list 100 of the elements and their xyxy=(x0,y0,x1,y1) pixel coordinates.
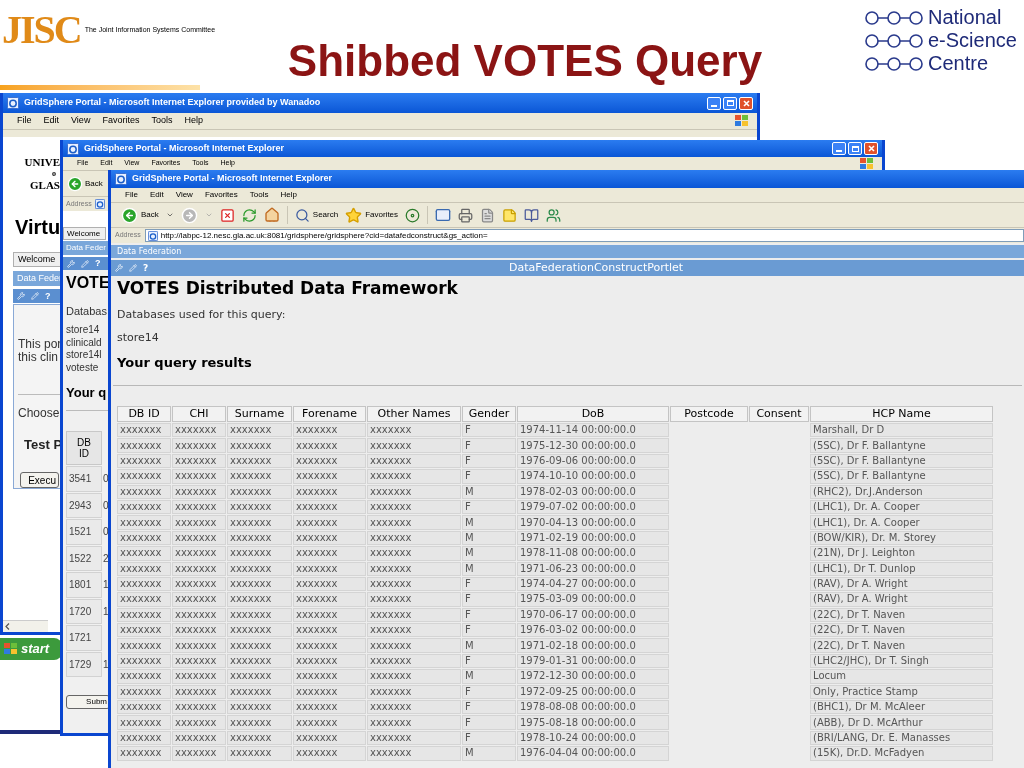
pencil-icon[interactable] xyxy=(129,264,137,272)
table-cell: xxxxxxx xyxy=(172,607,226,623)
results-heading: Your query results xyxy=(117,355,252,371)
forward-icon[interactable] xyxy=(180,206,198,224)
table-cell: M xyxy=(462,746,516,761)
table-cell: 1975-08-18 00:00:00.0 xyxy=(517,715,669,730)
back-label[interactable]: Back xyxy=(85,177,103,190)
wrench-icon[interactable] xyxy=(67,259,75,268)
table-cell: xxxxxxx xyxy=(117,546,171,561)
table-cell: F xyxy=(462,607,516,623)
slide-title: Shibbed VOTES Query xyxy=(287,36,763,85)
database-name: store14l xyxy=(66,349,102,362)
tab[interactable]: Welcome xyxy=(63,227,106,240)
table-cell: xxxxxxx xyxy=(172,576,226,592)
table-cell: xxxxxxx xyxy=(367,530,461,546)
table-cell: xxxxxxx xyxy=(227,423,292,438)
column-header: DB ID xyxy=(117,406,171,422)
menu-item[interactable]: Help xyxy=(184,114,203,128)
table-cell: xxxxxxx xyxy=(367,746,461,761)
maximize-button[interactable] xyxy=(848,142,862,155)
menu-item[interactable]: Tools xyxy=(151,114,173,128)
table-cell: xxxxxxx xyxy=(227,653,292,669)
media-icon[interactable] xyxy=(405,207,421,223)
caret-icon[interactable] xyxy=(165,211,174,219)
table-cell: xxxxxxx xyxy=(227,453,292,469)
menu-item[interactable]: Edit xyxy=(149,189,164,201)
description-text: This por xyxy=(18,338,62,351)
table-cell: xxxxxxx xyxy=(227,576,292,592)
table-cell: xxxxxxx xyxy=(227,607,292,623)
table-cell: xxxxxxx xyxy=(367,469,461,484)
close-button[interactable] xyxy=(739,96,753,110)
wrench-icon[interactable] xyxy=(17,292,25,300)
table-cell: xxxxxxx xyxy=(293,546,366,561)
menu-item[interactable]: Edit xyxy=(43,114,60,128)
maximize-button[interactable] xyxy=(723,96,737,110)
table-cell: xxxxxxx xyxy=(367,623,461,638)
table-cell: xxxxxxx xyxy=(172,700,226,715)
table-cell: xxxxxxx xyxy=(172,561,226,576)
edit-icon[interactable] xyxy=(480,207,496,223)
table-cell: xxxxxxx xyxy=(117,700,171,715)
back-icon[interactable] xyxy=(121,206,138,224)
home-icon[interactable] xyxy=(263,207,280,223)
menu-item[interactable]: File xyxy=(17,114,32,128)
table-cell-text: 0 xyxy=(103,472,110,487)
table-cell: xxxxxxx xyxy=(227,623,292,638)
favorites-label[interactable]: Favorites xyxy=(365,209,399,221)
menu-item[interactable]: Favorites xyxy=(102,114,140,128)
refresh-icon[interactable] xyxy=(241,207,257,223)
table-cell: 1720 xyxy=(66,598,102,624)
table-cell: xxxxxxx xyxy=(227,684,292,700)
back-label[interactable]: Back xyxy=(141,209,159,221)
pencil-icon[interactable] xyxy=(31,292,39,300)
menu-item[interactable]: View xyxy=(71,114,91,128)
table-cell: xxxxxxx xyxy=(293,453,366,469)
execute-button[interactable]: Execu xyxy=(20,472,59,488)
menu-item[interactable]: Tools xyxy=(249,189,269,201)
table-cell: xxxxxxx xyxy=(172,499,226,515)
stop-icon[interactable] xyxy=(219,207,235,223)
close-button[interactable] xyxy=(864,142,878,155)
minimize-button[interactable] xyxy=(707,96,721,110)
address-field[interactable]: http://labpc-12.nesc.gla.ac.uk:8081/gridsphere/gridsphere?cid=datafedconstruct&gs_action= xyxy=(144,229,1024,242)
table-cell-text: 1 xyxy=(103,578,110,593)
table-cell: (LHC1), Dr. A. Cooper xyxy=(810,515,993,530)
table-cell: 1972-12-30 00:00:00.0 xyxy=(517,669,669,684)
table-cell: 1971-06-23 00:00:00.0 xyxy=(517,561,669,576)
column-header: DB ID xyxy=(66,431,102,465)
menu-item[interactable]: Help xyxy=(280,189,297,201)
logo-text: e-Science xyxy=(928,29,1017,52)
menu-item[interactable]: File xyxy=(125,189,138,201)
table-cell: xxxxxxx xyxy=(172,730,226,746)
table-cell: xxxxxxx xyxy=(367,576,461,592)
wrench-icon[interactable] xyxy=(115,264,123,272)
close-icon xyxy=(742,99,750,107)
star-icon[interactable] xyxy=(345,206,363,224)
table-cell: xxxxxxx xyxy=(293,561,366,576)
table-cell: xxxxxxx xyxy=(367,515,461,530)
menu-item[interactable]: View xyxy=(175,189,193,201)
back-icon[interactable] xyxy=(67,175,83,192)
print-icon[interactable] xyxy=(458,207,474,223)
submit-button[interactable]: Subm xyxy=(66,695,110,709)
search-label[interactable]: Search xyxy=(312,209,339,221)
note-icon[interactable] xyxy=(502,207,518,223)
table-cell: (22C), Dr T. Naven xyxy=(810,638,993,653)
start-button[interactable]: start xyxy=(0,638,62,660)
research-icon[interactable] xyxy=(524,207,540,223)
table-cell: xxxxxxx xyxy=(172,638,226,653)
column-header: Other Names xyxy=(367,406,461,422)
table-cell: xxxxxxx xyxy=(227,561,292,576)
column-header: Consent xyxy=(749,406,809,422)
table-cell: xxxxxxx xyxy=(367,700,461,715)
search-icon[interactable] xyxy=(294,207,310,223)
menu-item[interactable]: Favorites xyxy=(204,189,238,201)
pencil-icon[interactable] xyxy=(81,259,89,268)
table-cell: (LHC2/JHC), Dr T. Singh xyxy=(810,653,993,669)
table-cell: 1974-04-27 00:00:00.0 xyxy=(517,576,669,592)
minimize-button[interactable] xyxy=(832,142,846,155)
messenger-icon[interactable] xyxy=(546,207,562,223)
tab[interactable]: Welcome xyxy=(13,252,61,267)
table-cell: xxxxxxx xyxy=(293,653,366,669)
table-cell: M xyxy=(462,561,516,576)
